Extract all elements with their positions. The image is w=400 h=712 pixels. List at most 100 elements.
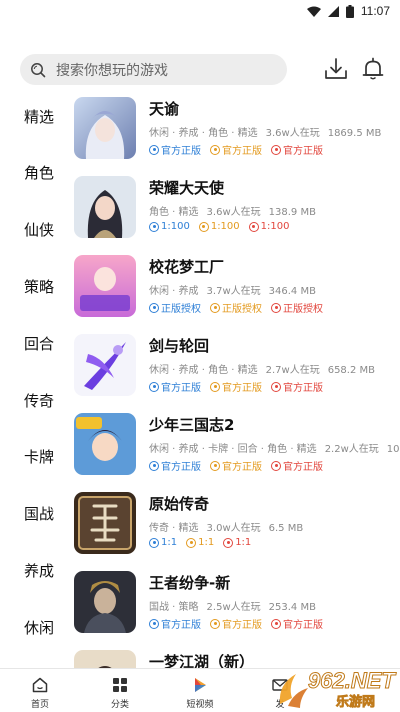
search-bar[interactable]: 搜索你想玩的游戏 [20, 54, 287, 85]
play-icon [195, 678, 206, 692]
grid-icon [113, 678, 127, 692]
game-meta: 传奇 · 精选 3.0w人在玩 6.5 MB [149, 519, 303, 534]
game-name: 原始传奇 [149, 495, 210, 513]
game-name: 剑与轮回 [149, 337, 210, 355]
nav-category[interactable]: 分类 [80, 669, 160, 712]
game-players: 2.2w人在玩 [324, 444, 379, 455]
game-icon-yuanshi [74, 492, 136, 554]
game-name: 校花梦工厂 [149, 258, 225, 276]
badge-blue: 1:1 [149, 537, 177, 548]
game-players: 3.0w人在玩 [206, 523, 261, 534]
top-header: 搜索你想玩的游戏 [0, 48, 400, 92]
list-item[interactable]: 天谕 休闲 · 养成 · 角色 · 精选 3.6w人在玩 1869.5 MB 官方正… [74, 92, 400, 162]
badge-red: 1:100 [248, 221, 289, 232]
badge-coin-icon [271, 460, 281, 471]
game-size: 658.2 MB [327, 365, 375, 376]
badge-orange: 正版授权 [210, 300, 262, 315]
game-name: 王者纷争-新 [149, 574, 231, 592]
badge-coin-icon [271, 144, 281, 155]
sidebar-item-kapai[interactable]: 卡牌 [0, 442, 78, 472]
game-tags: 角色 · 精选 [149, 207, 199, 218]
badge-orange: 官方正版 [210, 616, 262, 631]
game-list: 天谕 休闲 · 养成 · 角色 · 精选 3.6w人在玩 1869.5 MB 官方正… [74, 92, 400, 668]
sidebar-item-guozhan[interactable]: 国战 [0, 499, 78, 529]
badge-red: 官方正版 [271, 142, 323, 157]
badge-coin-icon [149, 537, 159, 548]
game-meta: 休闲 · 养成 · 角色 · 精选 2.7w人在玩 658.2 MB [149, 361, 375, 376]
badge-coin-icon [198, 221, 209, 232]
list-item[interactable]: 少年三国志2 休闲 · 养成 · 卡牌 · 回合 · 角色 · 精选 2.2w人在… [74, 408, 400, 478]
download-button[interactable] [323, 56, 349, 82]
badge-coin-icon [210, 460, 220, 471]
badge-coin-icon [186, 537, 197, 548]
badge-coin-icon [210, 144, 220, 155]
notification-button[interactable] [360, 56, 386, 82]
game-meta: 休闲 · 养成 3.7w人在玩 346.4 MB [149, 282, 316, 297]
game-badges: 官方正版 官方正版 官方正版 [149, 142, 323, 157]
game-size: 1869.5 MB [327, 128, 382, 139]
list-item[interactable]: 王者纷争-新 国战 · 策略 2.5w人在玩 253.4 MB 官方正版 官方正版 … [74, 566, 400, 636]
badge-blue: 正版授权 [149, 300, 201, 315]
badge-orange: 1:1 [186, 537, 214, 548]
svg-text:962.NET: 962.NET [308, 668, 396, 693]
game-badges: 官方正版 官方正版 官方正版 [149, 616, 323, 631]
nav-short-video[interactable]: 短视频 [160, 669, 240, 712]
nav-home[interactable]: 首页 [0, 669, 80, 712]
game-tags: 休闲 · 养成 · 卡牌 · 回合 · 角色 · 精选 [149, 444, 317, 455]
badge-coin-icon [210, 618, 220, 629]
sidebar-item-celue[interactable]: 策略 [0, 272, 78, 302]
badge-coin-icon [271, 381, 281, 392]
game-icon-yimeng [74, 650, 136, 668]
game-players: 3.6w人在玩 [265, 128, 320, 139]
game-size: 1097 [386, 444, 400, 455]
game-meta: 角色 · 精选 3.6w人在玩 138.9 MB [149, 203, 316, 218]
sidebar-item-xianxia[interactable]: 仙侠 [0, 215, 78, 245]
game-icon-shaonian [74, 413, 136, 475]
game-players: 3.7w人在玩 [206, 286, 261, 297]
game-badges: 1:100 1:100 1:100 [149, 221, 289, 232]
sidebar-item-yangcheng[interactable]: 养成 [0, 556, 78, 586]
badge-coin-icon [271, 618, 281, 629]
game-meta: 国战 · 策略 2.5w人在玩 253.4 MB [149, 598, 316, 613]
game-badges: 正版授权 正版授权 正版授权 [149, 300, 323, 315]
game-players: 2.5w人在玩 [206, 602, 261, 613]
game-icon-tianyu [74, 97, 136, 159]
badge-coin-icon [149, 221, 159, 232]
badge-coin-icon [149, 618, 159, 629]
game-badges: 1:1 1:1 1:1 [149, 537, 251, 548]
badge-blue: 官方正版 [149, 458, 201, 473]
signal-icon [327, 5, 339, 17]
sidebar-item-juese[interactable]: 角色 [0, 158, 78, 188]
nav-short-video-label: 短视频 [186, 700, 214, 710]
badge-orange: 官方正版 [210, 142, 262, 157]
badge-coin-icon [149, 381, 159, 392]
download-icon [325, 58, 347, 79]
list-item[interactable]: 荣耀大天使 角色 · 精选 3.6w人在玩 138.9 MB 1:100 1:100… [74, 171, 400, 241]
list-item[interactable]: 原始传奇 传奇 · 精选 3.0w人在玩 6.5 MB 1:1 1:1 1:1 [74, 487, 400, 557]
nav-category-label: 分类 [110, 700, 129, 710]
category-sidebar: 精选 角色 仙侠 策略 回合 传奇 卡牌 国战 养成 休闲 [0, 92, 78, 668]
sidebar-item-xiuxian[interactable]: 休闲 [0, 613, 78, 643]
badge-coin-icon [210, 381, 220, 392]
list-item[interactable]: 剑与轮回 休闲 · 养成 · 角色 · 精选 2.7w人在玩 658.2 MB 官方… [74, 329, 400, 399]
status-bar: 11:07 [0, 0, 400, 24]
sidebar-item-jingxuan[interactable]: 精选 [0, 102, 78, 132]
sidebar-item-chuanqi[interactable]: 传奇 [0, 386, 78, 416]
home-icon [32, 677, 48, 693]
game-icon-wangzhe [74, 571, 136, 633]
status-time: 11:07 [360, 4, 390, 18]
game-name: 荣耀大天使 [149, 179, 225, 197]
site-watermark-logo: 962.NET 乐游网 [274, 664, 400, 712]
badge-coin-icon [210, 302, 220, 313]
game-size: 138.9 MB [268, 207, 316, 218]
game-name: 少年三国志2 [149, 416, 235, 434]
badge-orange: 官方正版 [210, 379, 262, 394]
search-placeholder: 搜索你想玩的游戏 [56, 62, 168, 79]
sidebar-item-huihe[interactable]: 回合 [0, 329, 78, 359]
game-tags: 休闲 · 养成 · 角色 · 精选 [149, 128, 258, 139]
badge-blue: 官方正版 [149, 142, 201, 157]
badge-blue: 官方正版 [149, 616, 201, 631]
search-icon [31, 62, 46, 77]
game-size: 6.5 MB [268, 523, 304, 534]
list-item[interactable]: 校花梦工厂 休闲 · 养成 3.7w人在玩 346.4 MB 正版授权 正版授权 正… [74, 250, 400, 320]
